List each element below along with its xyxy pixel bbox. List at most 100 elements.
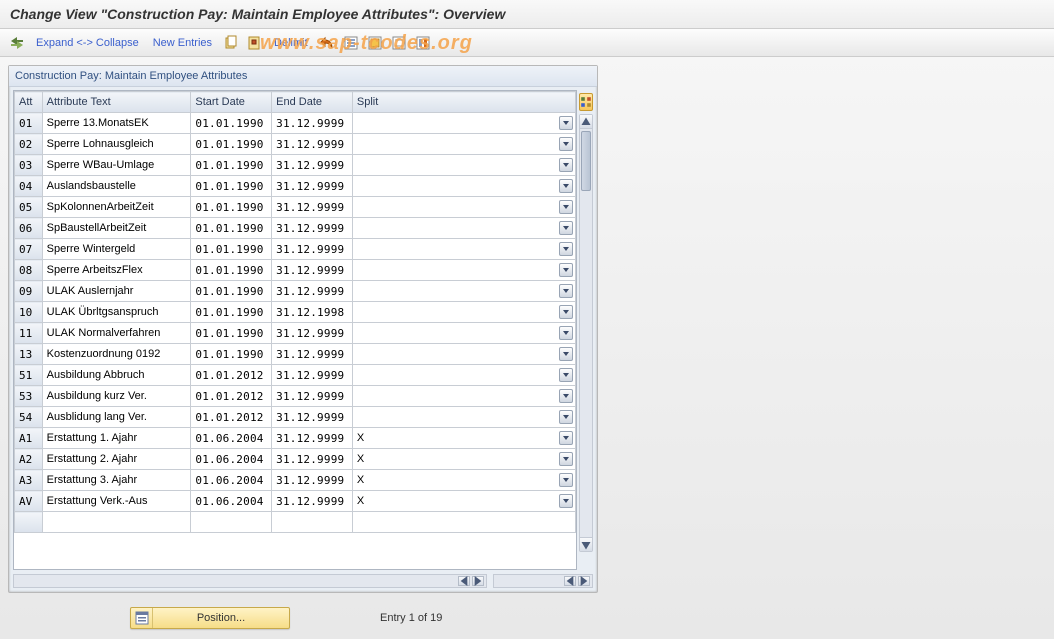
table-row[interactable]: A2Erstattung 2. Ajahr01.06.200431.12.999… (15, 449, 576, 470)
cell-attribute-text[interactable]: ULAK Übrltgsanspruch (42, 302, 191, 323)
cell-attribute-text[interactable]: ULAK Auslernjahr (42, 281, 191, 302)
col-end-date[interactable]: End Date (272, 92, 353, 113)
cell-attribute-text[interactable]: Ausblidung lang Ver. (42, 407, 191, 428)
cell-att[interactable]: A1 (15, 428, 43, 449)
cell-attribute-text[interactable]: SpKolonnenArbeitZeit (42, 197, 191, 218)
dropdown-icon[interactable] (559, 158, 573, 172)
dropdown-icon[interactable] (559, 221, 573, 235)
cell-start-date[interactable]: 01.01.1990 (191, 323, 272, 344)
cell-split[interactable] (352, 302, 575, 323)
cell-att[interactable]: 08 (15, 260, 43, 281)
dropdown-icon[interactable] (559, 116, 573, 130)
cell-split[interactable] (352, 113, 575, 134)
select-block-icon[interactable] (366, 34, 384, 52)
cell-start-date[interactable]: 01.01.1990 (191, 260, 272, 281)
dropdown-icon[interactable] (559, 452, 573, 466)
cell-att[interactable]: 06 (15, 218, 43, 239)
cell-start-date[interactable]: 01.01.1990 (191, 176, 272, 197)
cell-split[interactable] (352, 281, 575, 302)
cell-split[interactable] (352, 365, 575, 386)
cell-split[interactable] (352, 407, 575, 428)
cell-start-date[interactable]: 01.06.2004 (191, 428, 272, 449)
dropdown-icon[interactable] (559, 284, 573, 298)
cell-start-date[interactable]: 01.06.2004 (191, 470, 272, 491)
cell-att[interactable]: 03 (15, 155, 43, 176)
cell-att[interactable]: 10 (15, 302, 43, 323)
dropdown-icon[interactable] (559, 242, 573, 256)
h-scroll-right-pane[interactable] (493, 574, 593, 588)
cell-attribute-text[interactable]: Sperre 13.MonatsEK (42, 113, 191, 134)
table-row[interactable]: 07Sperre Wintergeld01.01.199031.12.9999 (15, 239, 576, 260)
table-row[interactable]: 08Sperre ArbeitszFlex01.01.199031.12.999… (15, 260, 576, 281)
cell-att[interactable]: 02 (15, 134, 43, 155)
h-left2-icon[interactable] (564, 576, 576, 586)
cell-split[interactable] (352, 176, 575, 197)
toggle-icon[interactable] (8, 34, 26, 52)
dropdown-icon[interactable] (559, 431, 573, 445)
scroll-up-icon[interactable] (580, 115, 592, 129)
cell-end-date[interactable]: 31.12.9999 (272, 113, 353, 134)
table-row[interactable]: 10ULAK Übrltgsanspruch01.01.199031.12.19… (15, 302, 576, 323)
scroll-down-icon[interactable] (580, 537, 592, 551)
cell-split[interactable] (352, 218, 575, 239)
cell-end-date[interactable]: 31.12.9999 (272, 260, 353, 281)
cell-end-date[interactable]: 31.12.9999 (272, 197, 353, 218)
cell-split[interactable] (352, 386, 575, 407)
cell-end-date[interactable]: 31.12.9999 (272, 407, 353, 428)
table-row[interactable]: 05SpKolonnenArbeitZeit01.01.199031.12.99… (15, 197, 576, 218)
dropdown-icon[interactable] (559, 473, 573, 487)
h-left-icon[interactable] (458, 576, 470, 586)
h-right2-icon[interactable] (578, 576, 590, 586)
cell-end-date[interactable]: 31.12.9999 (272, 386, 353, 407)
cell-end-date[interactable]: 31.12.1998 (272, 302, 353, 323)
cell-end-date[interactable]: 31.12.9999 (272, 365, 353, 386)
select-all-icon[interactable] (342, 34, 360, 52)
copy-icon[interactable] (222, 34, 240, 52)
cell-start-date[interactable]: 01.01.2012 (191, 386, 272, 407)
cell-att[interactable]: 09 (15, 281, 43, 302)
cell-attribute-text[interactable]: Sperre ArbeitszFlex (42, 260, 191, 281)
scroll-thumb[interactable] (581, 131, 591, 191)
cell-start-date[interactable]: 01.01.2012 (191, 407, 272, 428)
cell-end-date[interactable]: 31.12.9999 (272, 239, 353, 260)
cell-end-date[interactable]: 31.12.9999 (272, 449, 353, 470)
cell-att[interactable]: 04 (15, 176, 43, 197)
cell-att[interactable]: 11 (15, 323, 43, 344)
cell-split[interactable]: X (352, 449, 575, 470)
col-split[interactable]: Split (352, 92, 575, 113)
dropdown-icon[interactable] (559, 326, 573, 340)
cell-start-date[interactable]: 01.01.2012 (191, 365, 272, 386)
undo-icon[interactable] (318, 34, 336, 52)
table-row[interactable]: A1Erstattung 1. Ajahr01.06.200431.12.999… (15, 428, 576, 449)
cell-end-date[interactable]: 31.12.9999 (272, 470, 353, 491)
cell-att[interactable]: A3 (15, 470, 43, 491)
cell-split[interactable] (352, 239, 575, 260)
table-row[interactable]: 11ULAK Normalverfahren01.01.199031.12.99… (15, 323, 576, 344)
cell-att[interactable]: 53 (15, 386, 43, 407)
cell-split[interactable] (352, 260, 575, 281)
cell-att[interactable]: A2 (15, 449, 43, 470)
cell-attribute-text[interactable]: Erstattung 3. Ajahr (42, 470, 191, 491)
h-scroll-left-pane[interactable] (13, 574, 487, 588)
h-right-icon[interactable] (472, 576, 484, 586)
cell-start-date[interactable]: 01.01.1990 (191, 239, 272, 260)
table-row[interactable]: 02Sperre Lohnausgleich01.01.199031.12.99… (15, 134, 576, 155)
dropdown-icon[interactable] (559, 179, 573, 193)
table-config-icon[interactable] (579, 93, 593, 111)
cell-end-date[interactable]: 31.12.9999 (272, 323, 353, 344)
position-button[interactable]: Position... (130, 607, 290, 629)
cell-split[interactable] (352, 197, 575, 218)
cell-split[interactable] (352, 155, 575, 176)
cell-attribute-text[interactable]: Erstattung 1. Ajahr (42, 428, 191, 449)
cell-att[interactable]: 07 (15, 239, 43, 260)
copy-as-icon[interactable] (246, 34, 264, 52)
cell-att[interactable]: 05 (15, 197, 43, 218)
cell-end-date[interactable]: 31.12.9999 (272, 134, 353, 155)
cell-attribute-text[interactable]: Kostenzuordnung 0192 (42, 344, 191, 365)
cell-split[interactable] (352, 344, 575, 365)
table-settings-icon[interactable] (414, 34, 432, 52)
cell-end-date[interactable]: 31.12.9999 (272, 281, 353, 302)
col-attribute-text[interactable]: Attribute Text (42, 92, 191, 113)
cell-start-date[interactable]: 01.01.1990 (191, 281, 272, 302)
cell-attribute-text[interactable]: Sperre WBau-Umlage (42, 155, 191, 176)
